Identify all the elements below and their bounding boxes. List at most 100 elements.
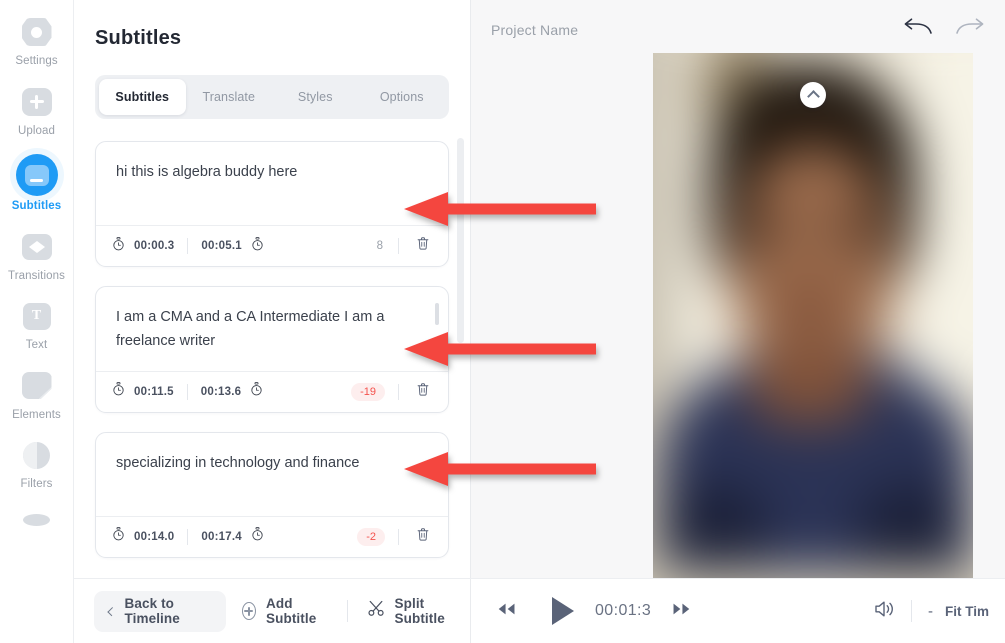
footer-divider — [398, 383, 399, 400]
subtitle-list: hi this is algebra buddy here 00:00.3 00… — [74, 119, 470, 643]
bottom-toolbar-right: 00:01:3 - Fit Tim — [471, 579, 1005, 643]
play-button[interactable] — [531, 597, 595, 625]
subtitle-editor-app: Settings Upload Subtitles Transitions T … — [0, 0, 1005, 643]
text-cursor — [435, 303, 439, 325]
scrollbar-thumb[interactable] — [457, 138, 464, 343]
history-controls — [903, 18, 985, 43]
bottom-toolbar-left: Back to Timeline Add Subtitle Split Subt… — [74, 578, 471, 643]
start-time: 00:14.0 — [134, 530, 175, 543]
footer-divider — [187, 238, 189, 254]
sidebar-item-label: Upload — [17, 124, 56, 137]
end-time-group[interactable]: 00:05.1 — [201, 236, 264, 256]
char-count-badge: -2 — [357, 527, 385, 546]
upload-icon — [20, 85, 54, 119]
sidebar-item-filters[interactable]: Filters — [0, 429, 74, 499]
start-time-group[interactable]: 00:11.5 — [112, 382, 174, 401]
rewind-button[interactable] — [481, 602, 531, 621]
subtitle-text[interactable]: I am a CMA and a CA Intermediate I am a … — [96, 287, 448, 371]
redo-arrow-icon — [955, 18, 985, 43]
sidebar-item-label: Transitions — [8, 269, 65, 282]
sidebar-item-label: Subtitles — [11, 200, 62, 212]
project-name[interactable]: Project Name — [491, 22, 578, 38]
subtitles-panel: Subtitles Subtitles Translate Styles Opt… — [74, 0, 471, 643]
stopwatch-icon — [251, 527, 264, 546]
sidebar-item-text[interactable]: T Text — [0, 290, 74, 360]
subtitle-card-footer: 00:14.0 00:17.4 -2 — [96, 515, 448, 557]
subtitle-text-value: I am a CMA and a CA Intermediate I am a … — [116, 309, 385, 349]
start-time-group[interactable]: 00:00.3 — [112, 236, 175, 256]
stopwatch-icon — [251, 236, 264, 256]
undo-button[interactable] — [903, 18, 933, 43]
subtitle-text[interactable]: hi this is algebra buddy here — [96, 142, 448, 225]
preview-stage: Project Name — [471, 0, 1005, 643]
back-to-timeline-button[interactable]: Back to Timeline — [94, 590, 226, 632]
end-time: 00:17.4 — [201, 530, 242, 543]
elements-icon — [20, 369, 54, 403]
sidebar-item-settings[interactable]: Settings — [0, 6, 74, 76]
more-icon — [20, 503, 54, 537]
settings-icon — [20, 15, 54, 49]
sidebar-item-subtitles[interactable]: Subtitles — [0, 145, 74, 221]
video-preview[interactable] — [653, 53, 973, 578]
stopwatch-icon — [112, 382, 125, 401]
chevron-left-icon — [107, 606, 117, 616]
redo-button[interactable] — [955, 18, 985, 43]
subtitle-card[interactable]: specializing in technology and finance 0… — [95, 431, 449, 558]
trash-icon — [416, 382, 430, 402]
zoom-controls: - Fit Tim — [863, 600, 989, 623]
sidebar-item-label: Text — [25, 339, 48, 351]
subtitles-icon — [15, 154, 58, 196]
scissors-icon — [367, 600, 385, 622]
zoom-out-button[interactable]: - — [916, 603, 945, 620]
left-sidebar: Settings Upload Subtitles Transitions T … — [0, 0, 74, 643]
sidebar-item-upload[interactable]: Upload — [0, 76, 74, 146]
subtitle-card[interactable]: I am a CMA and a CA Intermediate I am a … — [95, 286, 449, 413]
stopwatch-icon — [250, 382, 263, 401]
end-time-group[interactable]: 00:13.6 — [201, 382, 263, 401]
tab-styles[interactable]: Styles — [272, 79, 359, 115]
start-time-group[interactable]: 00:14.0 — [112, 527, 174, 546]
subtitle-list-viewport: hi this is algebra buddy here 00:00.3 00… — [74, 119, 470, 643]
subtitle-card-footer: 00:11.5 00:13.6 -19 — [96, 370, 448, 412]
delete-subtitle-button[interactable] — [412, 527, 434, 547]
trash-icon — [416, 527, 430, 547]
sidebar-item-elements[interactable]: Elements — [0, 360, 74, 430]
footer-divider — [398, 238, 399, 254]
volume-button[interactable] — [863, 600, 907, 623]
end-time-group[interactable]: 00:17.4 — [201, 527, 263, 546]
toolbar-divider — [910, 600, 912, 622]
sidebar-item-label: Settings — [15, 55, 58, 67]
subtitle-list-scrollbar[interactable] — [457, 138, 464, 573]
trash-icon — [416, 236, 430, 256]
footer-divider — [186, 383, 188, 400]
plus-circle-icon — [241, 602, 257, 620]
split-subtitle-button[interactable]: Split Subtitle — [352, 591, 470, 632]
footer-divider — [187, 528, 189, 545]
filters-icon — [20, 438, 54, 472]
fast-forward-button[interactable] — [651, 602, 711, 621]
preview-rotate-handle[interactable] — [800, 82, 826, 108]
split-subtitle-label: Split Subtitle — [394, 596, 445, 626]
sidebar-item-more[interactable] — [0, 499, 74, 552]
add-subtitle-label: Add Subtitle — [266, 596, 317, 626]
video-frame — [653, 53, 973, 578]
back-to-timeline-label: Back to Timeline — [124, 596, 180, 626]
current-time: 00:01:3 — [595, 602, 652, 619]
tab-options[interactable]: Options — [359, 79, 446, 115]
add-subtitle-button[interactable]: Add Subtitle — [226, 591, 343, 632]
subtitle-card[interactable]: hi this is algebra buddy here 00:00.3 00… — [95, 141, 449, 267]
delete-subtitle-button[interactable] — [412, 236, 434, 256]
delete-subtitle-button[interactable] — [412, 382, 434, 402]
subtitle-text[interactable]: specializing in technology and finance — [96, 433, 448, 516]
fit-timeline-label[interactable]: Fit Tim — [945, 604, 989, 619]
sidebar-item-transitions[interactable]: Transitions — [0, 221, 74, 291]
char-count-badge: 8 — [376, 240, 383, 252]
tab-subtitles[interactable]: Subtitles — [99, 79, 186, 115]
text-icon: T — [20, 299, 54, 333]
toolbar-divider — [346, 600, 348, 622]
transitions-icon — [20, 230, 54, 264]
stopwatch-icon — [112, 527, 125, 546]
panel-tabs: Subtitles Translate Styles Options — [95, 75, 449, 119]
start-time: 00:00.3 — [134, 240, 175, 252]
tab-translate[interactable]: Translate — [186, 79, 273, 115]
